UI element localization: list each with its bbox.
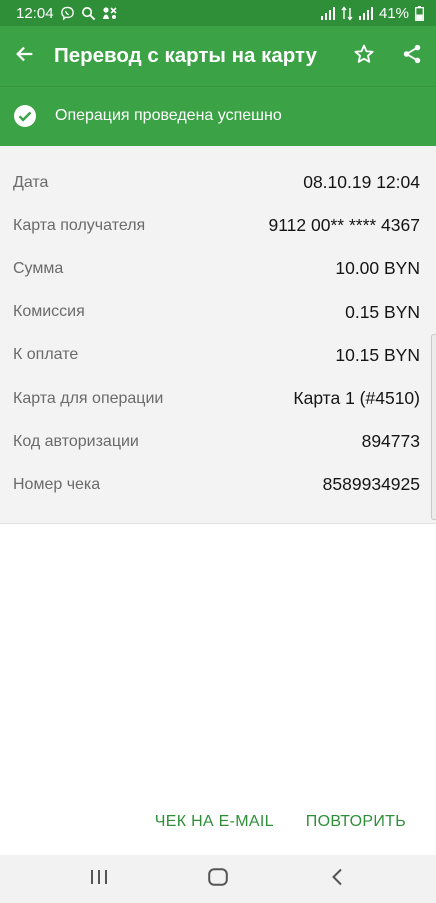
recent-apps-icon: [90, 869, 108, 890]
detail-row-receipt-number: Номер чека 8589934925: [0, 463, 436, 506]
detail-row-recipient-card: Карта получателя 9112 00** **** 4367: [0, 204, 436, 247]
battery-icon: [415, 5, 424, 21]
home-icon: [208, 867, 228, 891]
page-title: Перевод с карты на карту: [54, 44, 317, 67]
detail-label: Карта для операции: [13, 389, 164, 407]
repeat-button[interactable]: ПОВТОРИТЬ: [298, 803, 414, 841]
arrow-left-icon: [14, 43, 36, 70]
system-navigation-bar: [0, 855, 436, 903]
check-circle-icon: [13, 104, 37, 128]
detail-value: 9112 00** **** 4367: [268, 215, 420, 236]
app-notification-icon: [102, 6, 118, 20]
star-icon: [353, 43, 375, 70]
operation-details: Дата 08.10.19 12:04 Карта получателя 911…: [0, 146, 436, 524]
detail-value: 894773: [361, 431, 420, 452]
app-bar: Перевод с карты на карту: [0, 26, 436, 86]
detail-value: 08.10.19 12:04: [303, 172, 420, 193]
share-button[interactable]: [388, 26, 436, 86]
status-time: 12:04: [16, 4, 54, 22]
detail-value: 10.15 BYN: [335, 344, 420, 365]
detail-label: Комиссия: [13, 303, 85, 321]
detail-row-fee: Комиссия 0.15 BYN: [0, 291, 436, 334]
chevron-left-icon: [331, 868, 343, 891]
status-bar: 12:04 41%: [0, 0, 436, 26]
detail-label: Дата: [13, 173, 49, 191]
viber-icon: [60, 6, 75, 21]
detail-row-date: Дата 08.10.19 12:04: [0, 161, 436, 204]
back-button[interactable]: [0, 26, 50, 86]
back-nav-button[interactable]: [307, 855, 367, 903]
favorite-button[interactable]: [340, 26, 388, 86]
detail-label: Код авторизации: [13, 432, 139, 450]
success-banner: Операция проведена успешно: [0, 86, 436, 146]
signal-icon-2: [358, 6, 373, 20]
detail-value: 10.00 BYN: [335, 258, 420, 279]
detail-row-amount: Сумма 10.00 BYN: [0, 247, 436, 290]
share-icon: [401, 43, 423, 70]
scroll-indicator[interactable]: [431, 334, 436, 520]
footer-actions: ЧЕК НА E-MAIL ПОВТОРИТЬ: [0, 800, 436, 844]
detail-value: 8589934925: [322, 474, 420, 495]
signal-icon: [320, 6, 335, 20]
detail-value: 0.15 BYN: [345, 301, 420, 322]
home-button[interactable]: [188, 855, 248, 903]
battery-percent: 41%: [378, 4, 409, 22]
data-transfer-icon: [341, 5, 353, 21]
detail-value: Карта 1 (#4510): [293, 388, 420, 409]
search-icon: [81, 6, 96, 21]
detail-row-total: К оплате 10.15 BYN: [0, 334, 436, 377]
success-message: Операция проведена успешно: [55, 107, 282, 124]
detail-label: К оплате: [13, 346, 79, 364]
detail-label: Карта получателя: [13, 216, 146, 234]
recent-apps-button[interactable]: [69, 855, 129, 903]
detail-row-auth-code: Код авторизации 894773: [0, 420, 436, 463]
detail-row-source-card: Карта для операции Карта 1 (#4510): [0, 377, 436, 420]
detail-label: Номер чека: [13, 475, 101, 493]
detail-label: Сумма: [13, 259, 64, 277]
email-receipt-button[interactable]: ЧЕК НА E-MAIL: [147, 803, 282, 841]
